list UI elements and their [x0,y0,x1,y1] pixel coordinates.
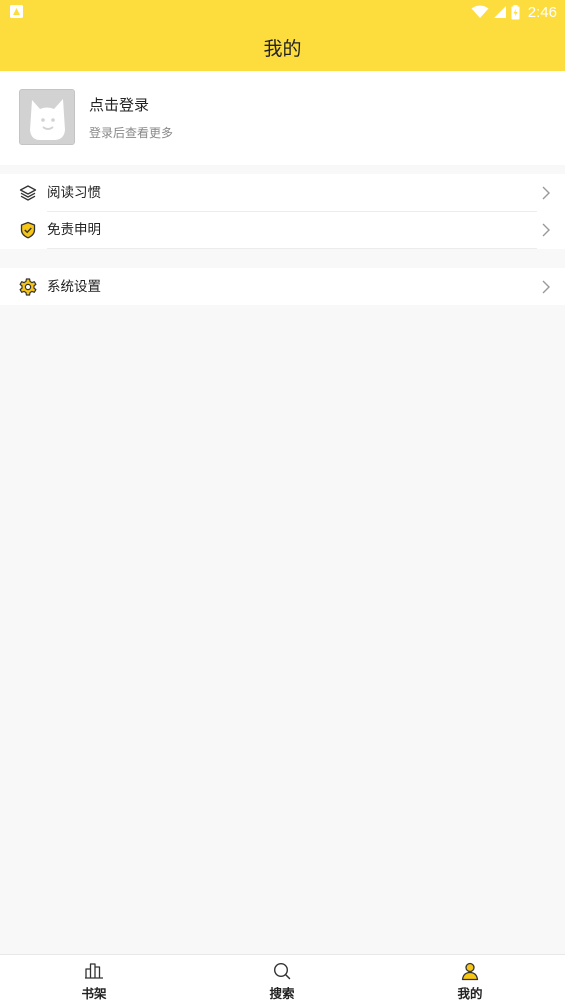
nav-tab-bookshelf[interactable]: 书架 [54,955,134,1005]
search-icon [273,962,291,980]
bottom-nav: 书架 搜索 我的 [0,954,565,1005]
menu-label-system-settings: 系统设置 [47,279,101,295]
nav-label-bookshelf: 书架 [81,986,107,1001]
nav-tab-mine[interactable]: 我的 [430,955,510,1005]
nav-label-search: 搜索 [269,986,295,1001]
shield-check-icon [20,221,36,239]
menu-label-reading-habits: 阅读习惯 [47,185,101,201]
chevron-right-icon [542,223,550,237]
menu-item-disclaimer[interactable]: 免责申明 [0,211,565,248]
layers-icon [19,185,37,201]
person-icon [461,962,479,981]
status-indicators: 2:46 [471,3,557,21]
divider [47,248,537,249]
signal-icon [493,6,506,18]
menu-item-reading-habits[interactable]: 阅读习惯 [0,174,565,211]
login-prompt[interactable]: 点击登录 [89,94,149,115]
nav-tab-search[interactable]: 搜索 [242,955,322,1005]
wifi-icon [471,5,489,18]
menu-group-reading: 阅读习惯 免责申明 [0,174,565,249]
notification-icon [10,5,23,18]
menu-label-disclaimer: 免责申明 [47,222,101,238]
status-bar: 2:46 [0,0,565,24]
page-title: 我的 [263,38,302,60]
menu-group-settings: 系统设置 [0,268,565,305]
menu-item-system-settings[interactable]: 系统设置 [0,268,565,305]
bookshelf-icon [85,963,103,979]
avatar[interactable] [19,89,75,145]
chevron-right-icon [542,280,550,294]
screen: 2:46 我的 点击登录 登录后查看更多 阅读习惯 免责申明 系统设置 书架 搜… [0,0,565,1005]
login-hint: 登录后查看更多 [89,126,174,140]
battery-icon [511,4,520,19]
app-header: 我的 [0,24,565,71]
default-avatar-icon [20,90,74,144]
nav-label-mine: 我的 [457,986,483,1001]
chevron-right-icon [542,186,550,200]
login-card[interactable]: 点击登录 登录后查看更多 [0,71,565,165]
gear-icon [19,278,37,296]
status-time: 2:46 [527,3,557,21]
